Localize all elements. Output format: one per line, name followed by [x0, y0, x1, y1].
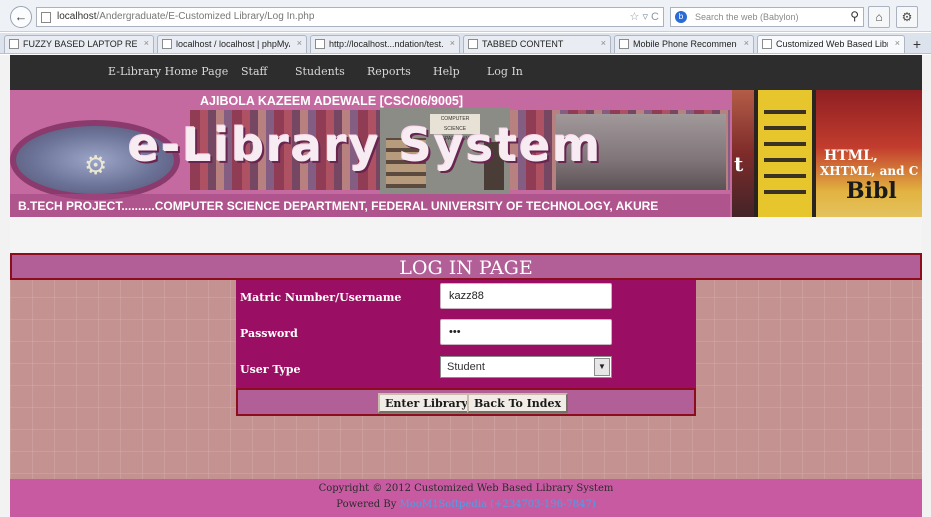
tab-close-icon[interactable]: × — [744, 38, 749, 48]
tab-favicon — [162, 39, 172, 49]
nav-home[interactable]: E-Library Home Page — [108, 65, 228, 78]
copyright-text: Copyright © 2012 Customized Web Based Li… — [318, 483, 614, 494]
tab-tabbed-content[interactable]: TABBED CONTENT × — [463, 35, 611, 53]
tab-favicon — [468, 39, 478, 49]
username-row: Matric Number/Username kazz88 — [236, 280, 696, 316]
gear-icon: ⚙ — [84, 150, 108, 180]
book-spine: t — [732, 90, 754, 217]
tab-library-active[interactable]: Customized Web Based Library ... × — [757, 35, 905, 53]
right-gutter — [922, 55, 931, 517]
html-book-cover: HTML, XHTML, and C Bibl — [816, 90, 922, 217]
search-placeholder: Search the web (Babylon) — [695, 12, 799, 22]
tab-close-icon[interactable]: × — [601, 38, 606, 48]
login-heading-bar: LOG IN PAGE — [10, 253, 922, 280]
project-subtitle-bar: B.TECH PROJECT..........COMPUTER SCIENCE… — [10, 194, 730, 217]
powered-by-link[interactable]: MooM1Softpedia (+234703-196-7847) — [400, 499, 596, 510]
nav-reports[interactable]: Reports — [367, 65, 411, 78]
dropdown-arrow-icon[interactable]: ▼ — [594, 358, 610, 376]
nav-students[interactable]: Students — [295, 65, 345, 78]
site-title: e-Library System — [128, 118, 603, 172]
password-row: Password ••• — [236, 316, 696, 352]
header-banner: COMPUTER SCIENCE DEPARTMENT ⚙ AJIBOLA KA… — [10, 90, 922, 217]
tab-close-icon[interactable]: × — [450, 38, 455, 48]
tab-favicon — [315, 39, 325, 49]
tab-close-icon[interactable]: × — [895, 38, 900, 48]
search-engine-icon[interactable]: b — [675, 11, 687, 23]
username-input[interactable]: kazz88 — [440, 283, 612, 309]
nav-staff[interactable]: Staff — [241, 65, 267, 78]
web-search-box[interactable]: b Search the web (Babylon) ⚲ — [670, 7, 864, 27]
author-names: AJIBOLA KAZEEM ADEWALE [CSC/06/9005] — [200, 94, 464, 108]
page-title: LOG IN PAGE — [399, 257, 533, 279]
tab-strip: FUZZY BASED LAPTOP RECOMM... × localhost… — [0, 33, 931, 54]
usertype-select[interactable]: Student ▼ — [440, 356, 612, 378]
powered-by: Powered By MooM1Softpedia (+234703-196-7… — [336, 499, 596, 510]
usertype-label: User Type — [240, 363, 301, 376]
yellow-book — [758, 90, 812, 217]
spacer-band — [10, 217, 922, 253]
tab-test-php[interactable]: http://localhost...ndation/test.php × — [310, 35, 460, 53]
back-to-index-button[interactable]: Back To Index — [467, 393, 569, 413]
page-footer: Copyright © 2012 Customized Web Based Li… — [10, 479, 922, 517]
login-form: Matric Number/Username kazz88 Password •… — [236, 280, 696, 388]
page-icon — [41, 12, 51, 23]
project-subtitle: B.TECH PROJECT..........COMPUTER SCIENCE… — [18, 199, 659, 213]
tab-phpmyadmin[interactable]: localhost / localhost | phpMyAd... × — [157, 35, 307, 53]
tab-favicon — [619, 39, 629, 49]
tab-mobile-phone[interactable]: Mobile Phone Recommender Sys... × — [614, 35, 754, 53]
enter-library-button[interactable]: Enter Library — [378, 393, 475, 413]
tab-fuzzy-laptop[interactable]: FUZZY BASED LAPTOP RECOMM... × — [4, 35, 154, 53]
search-icon[interactable]: ⚲ — [850, 9, 859, 23]
bookmark-star-icon[interactable]: ☆ ▿ C — [630, 10, 659, 23]
tab-favicon — [762, 39, 772, 49]
left-gutter — [0, 55, 10, 517]
addons-icon[interactable]: ⚙ — [896, 6, 918, 28]
usertype-row: User Type Student ▼ — [236, 352, 696, 388]
back-arrow-icon[interactable]: ← — [10, 6, 32, 28]
book-cover-images: t HTML, XHTML, and C Bibl — [732, 90, 922, 217]
browser-toolbar: ← localhost/Andergraduate/E-Customized L… — [0, 0, 931, 32]
nav-login[interactable]: Log In — [487, 65, 523, 78]
tab-favicon — [9, 39, 19, 49]
url-text: localhost/Andergraduate/E-Customized Lib… — [57, 11, 315, 22]
button-bar: Enter Library Back To Index — [236, 388, 696, 416]
password-input[interactable]: ••• — [440, 319, 612, 345]
address-bar[interactable]: localhost/Andergraduate/E-Customized Lib… — [36, 7, 664, 27]
tab-close-icon[interactable]: × — [144, 38, 149, 48]
content-area: LOG IN PAGE Matric Number/Username kazz8… — [10, 253, 922, 479]
nav-help[interactable]: Help — [433, 65, 460, 78]
tab-close-icon[interactable]: × — [297, 38, 302, 48]
usertype-selected: Student — [447, 361, 485, 373]
username-label: Matric Number/Username — [240, 291, 402, 304]
new-tab-button[interactable]: + — [907, 35, 927, 53]
main-navigation: E-Library Home Page Staff Students Repor… — [10, 55, 922, 90]
home-icon[interactable]: ⌂ — [868, 6, 890, 28]
password-label: Password — [240, 327, 298, 340]
web-page: E-Library Home Page Staff Students Repor… — [0, 55, 931, 517]
